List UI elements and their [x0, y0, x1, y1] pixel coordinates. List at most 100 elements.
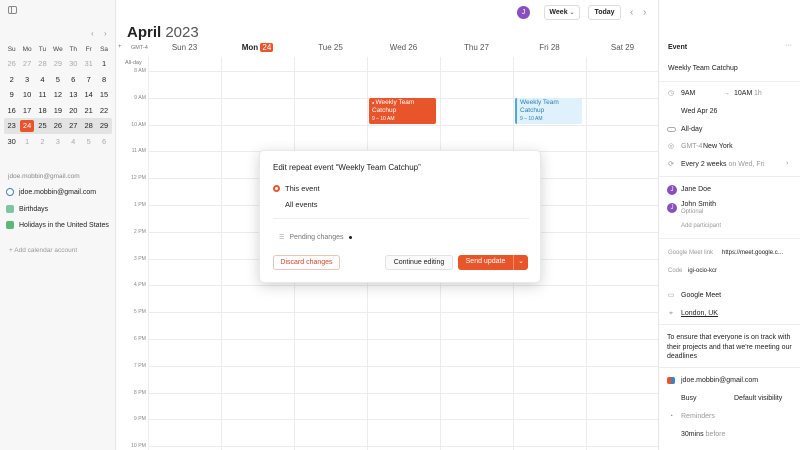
- mini-calendar-day[interactable]: 27: [19, 56, 34, 72]
- day-header[interactable]: Fri 28: [513, 43, 586, 55]
- dialog-title: Edit repeat event “Weekly Team Catchup”: [273, 163, 421, 172]
- mini-calendar-day[interactable]: 4: [35, 72, 50, 88]
- location[interactable]: London, UK: [681, 310, 718, 317]
- location-icon: ⌖: [669, 310, 673, 317]
- calendar-item[interactable]: Birthdays: [6, 205, 48, 213]
- day-header[interactable]: Thu 27: [440, 43, 513, 55]
- mini-calendar-day[interactable]: 3: [50, 134, 65, 150]
- mini-calendar-day[interactable]: 15: [96, 87, 111, 103]
- mini-calendar-day[interactable]: 20: [66, 103, 81, 119]
- divider: [659, 81, 800, 82]
- mini-calendar-day[interactable]: 14: [81, 87, 96, 103]
- prev-week-icon[interactable]: ‹: [630, 7, 633, 18]
- mini-calendar-day[interactable]: 2: [4, 72, 19, 88]
- mini-calendar-day[interactable]: 25: [35, 118, 50, 134]
- event-block[interactable]: Weekly Team Catchup 9 – 10 AM: [515, 97, 582, 125]
- mini-calendar-week: 23 24 25 26 27 28 29: [4, 118, 112, 134]
- day-header[interactable]: Tue 25: [294, 43, 367, 55]
- mini-calendar-day[interactable]: 22: [96, 103, 111, 119]
- send-update-button[interactable]: Send update: [458, 255, 513, 270]
- mini-calendar-day[interactable]: 1: [96, 56, 111, 72]
- day-header[interactable]: Wed 26: [367, 43, 440, 55]
- participant-name[interactable]: Jane Doe: [681, 186, 711, 193]
- calendar-checkbox-icon[interactable]: [6, 205, 14, 213]
- event-block[interactable]: ● Weekly Team Catchup 9 – 10 AM: [369, 97, 436, 125]
- day-header[interactable]: Mon 24: [221, 43, 294, 55]
- continue-editing-button[interactable]: Continue editing: [385, 255, 453, 270]
- calendar-checkbox-icon[interactable]: [6, 221, 14, 229]
- event-description[interactable]: To ensure that everyone is on track with…: [667, 333, 793, 362]
- mini-calendar-day[interactable]: 7: [81, 72, 96, 88]
- mini-calendar-day[interactable]: 9: [4, 87, 19, 103]
- mini-cal-next-icon[interactable]: ›: [104, 29, 107, 38]
- mini-calendar-day[interactable]: 17: [19, 103, 34, 119]
- mini-calendar-day[interactable]: 23: [4, 118, 19, 134]
- meet-code[interactable]: igi-ocio-kcr: [688, 268, 717, 274]
- reminder[interactable]: 30mins before: [681, 431, 725, 438]
- mini-calendar-day[interactable]: 18: [35, 103, 50, 119]
- mini-cal-prev-icon[interactable]: ‹: [91, 29, 94, 38]
- send-options-chevron-icon[interactable]: ⌄: [513, 255, 528, 270]
- next-week-icon[interactable]: ›: [643, 7, 646, 18]
- mini-calendar-day[interactable]: 4: [66, 134, 81, 150]
- avatar[interactable]: J: [517, 6, 530, 19]
- mini-calendar-day[interactable]: 28: [35, 56, 50, 72]
- calendar-item[interactable]: Holidays in the United States: [6, 221, 109, 229]
- add-participant[interactable]: Add participant: [681, 223, 721, 229]
- mini-calendar-day[interactable]: 21: [81, 103, 96, 119]
- mini-calendar-day[interactable]: 10: [19, 87, 34, 103]
- conference-name[interactable]: Google Meet: [681, 292, 721, 299]
- mini-calendar-day[interactable]: 26: [50, 118, 65, 134]
- mini-calendar-day[interactable]: 3: [19, 72, 34, 88]
- mini-calendar-day[interactable]: 26: [4, 56, 19, 72]
- recurrence[interactable]: Every 2 weeks on Wed, Fri: [681, 161, 765, 168]
- mini-calendar-day[interactable]: 12: [50, 87, 65, 103]
- allday-toggle-icon[interactable]: [667, 127, 676, 132]
- mini-calendar-day[interactable]: 1: [19, 134, 34, 150]
- mini-calendar-day[interactable]: 30: [66, 56, 81, 72]
- mini-calendar-day[interactable]: 8: [96, 72, 111, 88]
- mini-calendar-day[interactable]: 16: [4, 103, 19, 119]
- calendar-color-icon[interactable]: [667, 377, 675, 384]
- view-select[interactable]: Week ⌄: [544, 5, 580, 20]
- chevron-right-icon[interactable]: ›: [786, 160, 788, 167]
- start-time[interactable]: 9AM: [681, 90, 695, 97]
- mini-calendar-day[interactable]: 11: [35, 87, 50, 103]
- mini-calendar-day[interactable]: 13: [66, 87, 81, 103]
- mini-calendar-day[interactable]: 31: [81, 56, 96, 72]
- timezone-city[interactable]: New York: [703, 143, 733, 150]
- event-date[interactable]: Wed Apr 26: [681, 108, 717, 115]
- option-all-events[interactable]: All events: [273, 200, 318, 209]
- mini-calendar-day[interactable]: 29: [96, 118, 111, 134]
- day-header[interactable]: Sun 23: [148, 43, 221, 55]
- calendar-item[interactable]: jdoe.mobbin@gmail.com: [6, 188, 96, 196]
- today-button[interactable]: Today: [588, 5, 621, 20]
- meet-link[interactable]: https://meet.google.c…: [722, 250, 784, 256]
- mini-calendar-day[interactable]: 5: [81, 134, 96, 150]
- mini-calendar-day[interactable]: 6: [66, 72, 81, 88]
- add-calendar-account[interactable]: + Add calendar account: [9, 247, 77, 254]
- mini-calendar-today[interactable]: 24: [20, 120, 34, 132]
- more-icon[interactable]: ···: [785, 42, 792, 49]
- participant-name[interactable]: John Smith: [681, 201, 716, 208]
- mini-calendar-day[interactable]: 5: [50, 72, 65, 88]
- visibility[interactable]: Default visibility: [734, 395, 782, 402]
- end-time[interactable]: 10AM: [734, 90, 752, 97]
- sidebar-toggle-icon[interactable]: [8, 6, 17, 14]
- day-header[interactable]: Sat 29: [586, 43, 659, 55]
- mini-calendar-day[interactable]: 2: [35, 134, 50, 150]
- mini-calendar-day[interactable]: 27: [66, 118, 81, 134]
- discard-changes-button[interactable]: Discard changes: [273, 255, 340, 270]
- event-title[interactable]: Weekly Team Catchup: [668, 65, 738, 72]
- option-this-event[interactable]: This event: [273, 184, 320, 193]
- mini-calendar-day[interactable]: 29: [50, 56, 65, 72]
- mini-calendar-day[interactable]: 6: [96, 134, 111, 150]
- timezone[interactable]: GMT-4: [681, 143, 702, 150]
- busy-status[interactable]: Busy: [681, 395, 697, 402]
- mini-calendar-day[interactable]: 28: [81, 118, 96, 134]
- calendar-checkbox-icon[interactable]: [6, 188, 14, 196]
- add-timezone-icon[interactable]: +: [118, 44, 122, 50]
- organizer-calendar[interactable]: jdoe.mobbin@gmail.com: [681, 377, 758, 384]
- mini-calendar-day[interactable]: 19: [50, 103, 65, 119]
- mini-calendar-day[interactable]: 30: [4, 134, 19, 150]
